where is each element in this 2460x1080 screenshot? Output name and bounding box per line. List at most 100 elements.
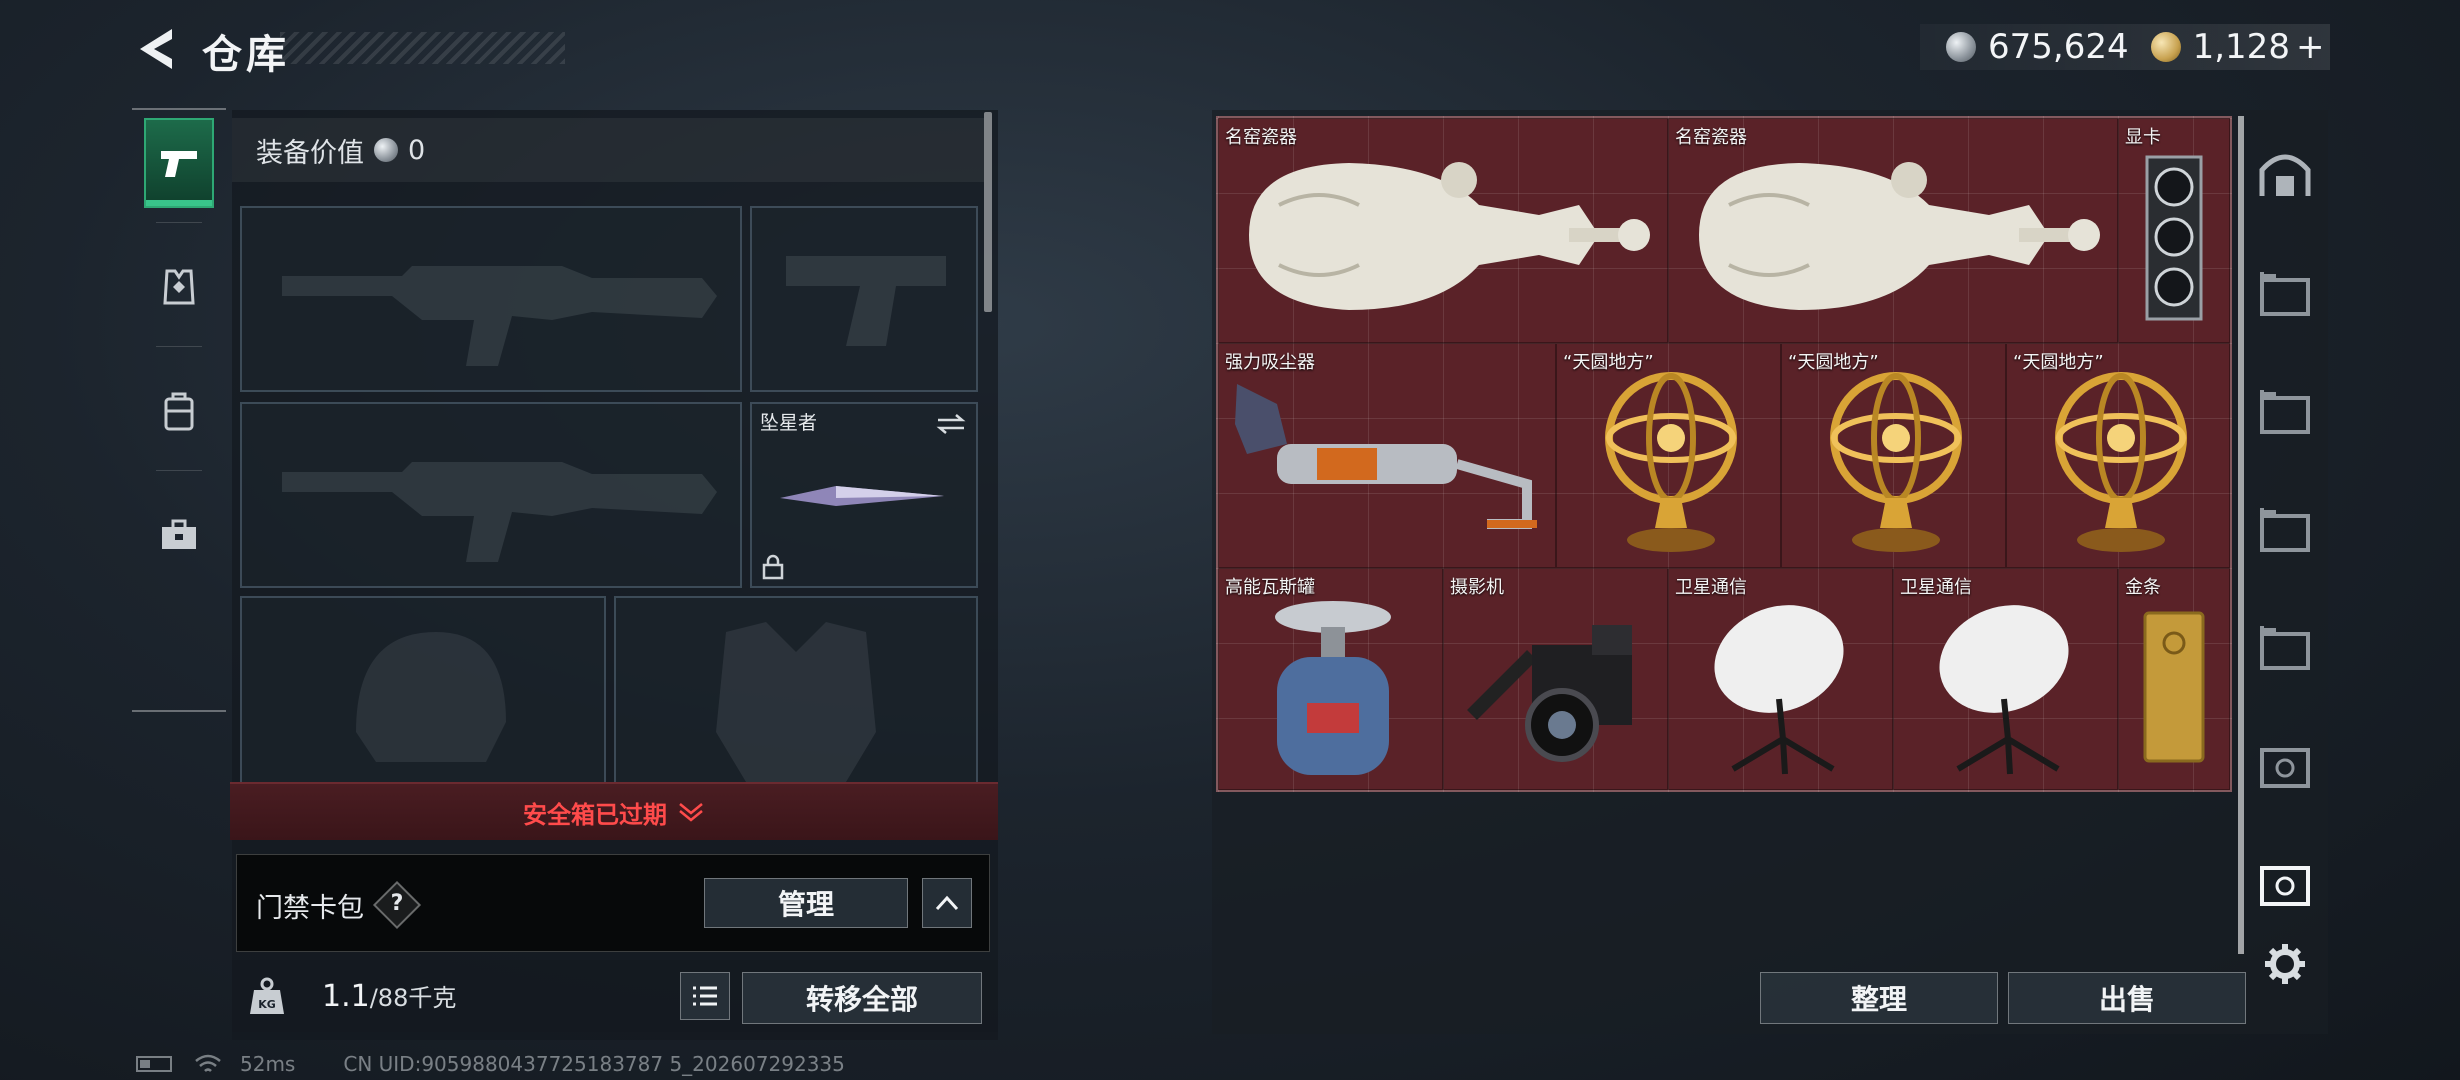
gear-icon: [2265, 944, 2305, 984]
toolbox-icon: [162, 519, 196, 549]
tab-all-storage[interactable]: [2250, 130, 2320, 220]
back-button[interactable]: [132, 26, 182, 72]
storage-item[interactable]: 高能瓦斯罐: [1218, 568, 1443, 790]
storage-box-icon: [2260, 626, 2310, 670]
storage-tabs: [2250, 130, 2320, 984]
tab-storage-box-2[interactable]: [2250, 366, 2320, 456]
primary-weapon-slot[interactable]: [240, 206, 742, 392]
armillary-sphere-icon: [1605, 372, 1737, 552]
gas-canister-icon: [1275, 601, 1391, 775]
weight-readout: 1.1/88千克: [322, 978, 456, 1014]
tab-toolbox[interactable]: [144, 490, 214, 580]
list-view-button[interactable]: [680, 972, 730, 1020]
tab-storage-box-3[interactable]: [2250, 484, 2320, 574]
satellite-dish-icon: [1939, 605, 2069, 775]
pistol-icon: [161, 151, 197, 177]
secure-box-expired-bar[interactable]: 安全箱已过期: [230, 782, 998, 840]
storage-box-icon: [2260, 272, 2310, 316]
weight-current: 1.1: [322, 979, 370, 1014]
double-chevron-down-icon: [679, 803, 703, 822]
tab-backpack[interactable]: [144, 366, 214, 456]
storage-item[interactable]: 名窑瓷器: [1218, 118, 1668, 343]
title-decoration: [280, 32, 565, 64]
storage-item[interactable]: 卫星通信: [1893, 568, 2118, 790]
storage-item[interactable]: 金条: [2118, 568, 2230, 790]
svg-text:KG: KG: [258, 998, 276, 1011]
sidearm-slot[interactable]: [750, 206, 978, 392]
melee-slot[interactable]: 坠星者: [750, 402, 978, 588]
tab-armor[interactable]: [144, 242, 214, 332]
armillary-sphere-icon: [1830, 372, 1962, 552]
armillary-sphere-icon: [2055, 372, 2187, 552]
storage-item[interactable]: “天圆地方”: [2006, 343, 2230, 568]
storage-item[interactable]: 卫星通信: [1668, 568, 1893, 790]
storage-item[interactable]: 名窑瓷器: [1668, 118, 2118, 343]
tab-storage-box-6-active[interactable]: [2250, 838, 2320, 928]
porcelain-vase-icon: [1249, 162, 1650, 310]
item-label: 显卡: [2125, 127, 2161, 148]
storage-item[interactable]: 显卡: [2118, 118, 2230, 343]
weight-kg-icon: KG: [250, 977, 284, 1014]
rifle-silhouette-icon: [282, 462, 717, 562]
warehouse-icon: [2259, 154, 2311, 196]
secure-box-status: 安全箱已过期: [523, 800, 667, 829]
item-label: 金条: [2125, 577, 2161, 598]
sort-button[interactable]: 整理: [1760, 972, 1998, 1024]
storage-grid: 名窑瓷器 名窑瓷器 显卡 强力吸尘器 “天圆地方” “天圆地方” “天圆地方” …: [1216, 116, 2232, 792]
item-label: 卫星通信: [1900, 577, 1972, 598]
safe-box-icon: [2260, 866, 2310, 906]
tab-storage-box-4[interactable]: [2250, 602, 2320, 692]
item-label: 强力吸尘器: [1225, 352, 1315, 373]
storage-item[interactable]: 摄影机: [1443, 568, 1668, 790]
status-footer: 52ms CN UID:9059880437725183787 5_202607…: [136, 1052, 845, 1076]
silver-currency-value: 675,624: [1988, 27, 2129, 67]
tab-weapons[interactable]: [144, 118, 214, 208]
helmet-slot[interactable]: [240, 596, 606, 786]
storage-scrollbar[interactable]: [2238, 116, 2244, 954]
lock-icon: [762, 554, 784, 580]
item-label: 摄影机: [1450, 577, 1504, 598]
tab-storage-box-5[interactable]: [2250, 720, 2320, 810]
battery-icon: [136, 1056, 172, 1072]
help-icon[interactable]: ?: [380, 886, 414, 920]
gold-coin-icon: [2150, 32, 2181, 62]
backpack-icon: [164, 392, 194, 431]
secondary-weapon-slot[interactable]: [240, 402, 742, 588]
manage-button[interactable]: 管理: [704, 878, 908, 928]
loadout-scrollbar[interactable]: [984, 112, 992, 312]
weight-capacity: /88千克: [369, 984, 457, 1012]
storage-item[interactable]: 强力吸尘器: [1218, 343, 1556, 568]
body-armor-slot[interactable]: [614, 596, 978, 786]
back-arrow-icon: [140, 29, 172, 69]
loadout-category-tabs: [132, 108, 226, 712]
helmet-silhouette-icon: [356, 632, 506, 762]
add-currency-button[interactable]: +: [2296, 27, 2325, 67]
safe-box-icon: [2260, 748, 2310, 788]
knife-icon: [780, 486, 944, 506]
melee-item-label: 坠星者: [760, 412, 818, 434]
equipment-value: 0: [408, 134, 426, 166]
storage-box-icon: [2260, 390, 2310, 434]
list-icon: [693, 986, 717, 1006]
wifi-icon: [195, 1054, 221, 1072]
currency-bar: 675,624 1,128 +: [1920, 24, 2330, 70]
storage-box-icon: [2260, 508, 2310, 552]
vacuum-cleaner-icon: [1235, 384, 1537, 529]
satellite-dish-icon: [1714, 605, 1844, 775]
graphics-card-icon: [2145, 155, 2203, 321]
sell-button[interactable]: 出售: [2008, 972, 2246, 1024]
tab-storage-box-1[interactable]: [2250, 248, 2320, 338]
settings-button[interactable]: [2250, 932, 2320, 996]
equipment-value-row: 装备价值 0: [232, 118, 984, 182]
silver-coin-icon: [1946, 32, 1976, 62]
transfer-all-button[interactable]: 转移全部: [742, 972, 982, 1024]
rifle-silhouette-icon: [282, 266, 717, 366]
swap-icon[interactable]: [934, 412, 968, 436]
storage-item[interactable]: “天圆地方”: [1781, 343, 2006, 568]
expand-button[interactable]: [922, 878, 972, 928]
gold-bar-icon: [2143, 611, 2205, 763]
video-camera-icon: [1467, 625, 1632, 762]
pistol-silhouette-icon: [786, 256, 946, 346]
storage-item[interactable]: “天圆地方”: [1556, 343, 1781, 568]
gold-currency-value: 1,128: [2192, 27, 2290, 67]
